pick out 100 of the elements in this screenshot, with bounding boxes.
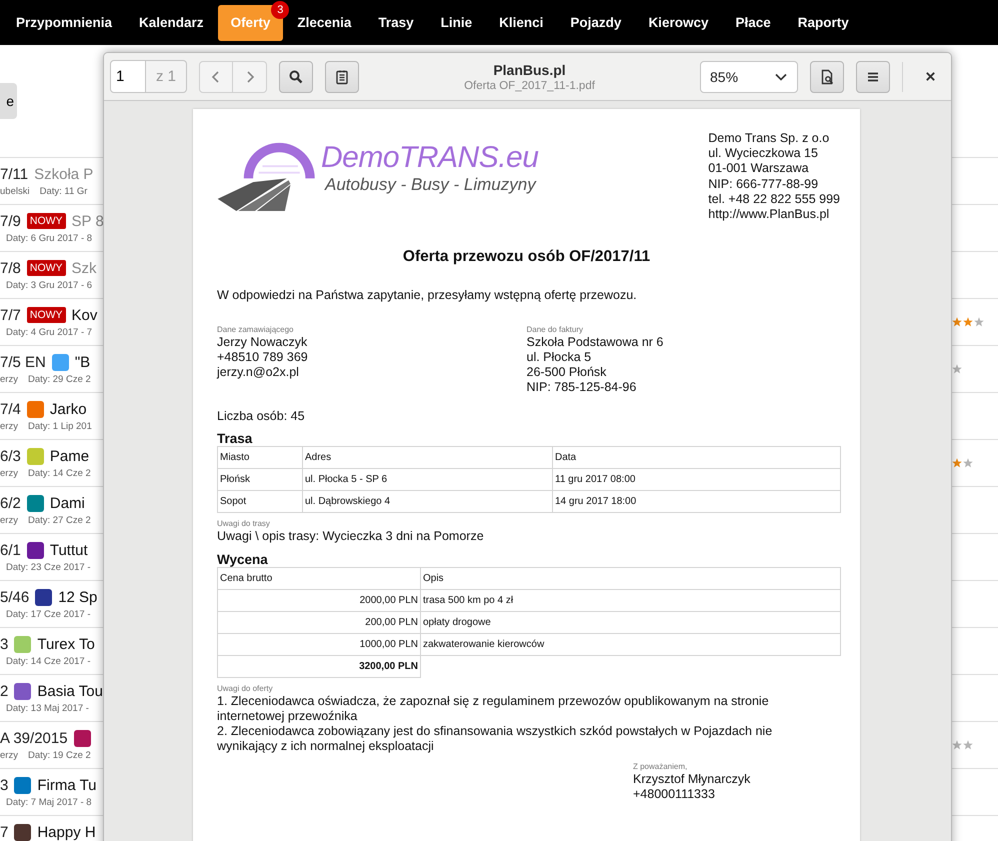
company-address-line: tel. +48 22 822 555 999 — [708, 192, 840, 208]
column-header: Cena brutto — [218, 568, 420, 590]
dates-text: Daty: 7 Maj 2017 - 8 — [5, 797, 92, 808]
client-name: Firma Tu — [37, 776, 97, 794]
table-cell: 2000,00 PLN — [218, 590, 420, 612]
nav-tab[interactable]: Kierowcy — [635, 4, 722, 40]
action-button[interactable]: e — [0, 83, 17, 119]
dates-text: Daty: 14 Cze 2017 - — [5, 656, 90, 667]
client-name: 12 Sp — [58, 588, 98, 606]
table-cell: Płońsk — [218, 468, 302, 491]
table-cell: 14 gru 2017 18:00 — [552, 490, 840, 513]
search-icon — [288, 68, 304, 84]
chevron-right-icon — [246, 70, 254, 82]
count-badge: 3 — [271, 0, 290, 18]
signature-line: +48000111333 — [633, 787, 716, 802]
nav-tab[interactable]: Trasy — [365, 4, 427, 40]
client-name: Basia Tou — [37, 682, 103, 700]
nav-tab[interactable]: Klienci — [486, 4, 556, 40]
nav-tab[interactable]: Pojazdy — [557, 4, 634, 40]
dates-text: Daty: 11 Gr — [40, 186, 88, 197]
client-name: Jarko — [50, 400, 87, 418]
offer-note-paragraph: 1. Zleceniodawca oświadcza, że zapoznał się z regulaminem przewozów opublikowanym na stronie internetowej przewoźnika — [217, 694, 770, 724]
passenger-count: Liczba osób: 45 — [217, 409, 306, 424]
offer-number: 7 — [0, 824, 8, 840]
company-address-line: http://www.PlanBus.pl — [708, 207, 830, 222]
table-cell: 11 gru 2017 08:00 — [552, 468, 840, 491]
zoom-dropdown[interactable]: 85% — [700, 60, 798, 92]
nav-tab[interactable]: Kalendarz — [126, 4, 217, 40]
offer-note-paragraph: 2. Zleceniodawca zobowiązany jest do sfinansowania wszystkich szkód powstałych w Pojazdach nie wynikający z ich normalnej eksploatacji — [217, 724, 774, 754]
close-icon — [924, 71, 936, 82]
table-cell: 1000,00 PLN — [218, 634, 420, 656]
dates-text: Daty: 6 Gru 2017 - 8 — [5, 233, 92, 244]
route-notes-text: Uwagi \ opis trasy: Wycieczka 3 dni na Pomorze — [217, 529, 485, 544]
column-header: Opis — [420, 568, 840, 590]
page-count: z 1 — [146, 60, 187, 93]
dates-text: Daty: 3 Gru 2017 - 6 — [5, 280, 92, 291]
client-name: Pame — [50, 448, 90, 464]
dates-text: Daty: 19 Cze 2 — [28, 750, 91, 761]
client-text: ubelski — [0, 186, 30, 197]
nav-tab[interactable]: Raporty — [784, 4, 862, 40]
customer-line: Jerzy Nowaczyk — [217, 335, 308, 350]
document-magnifier-icon — [819, 68, 835, 84]
new-badge: NOWY — [26, 213, 66, 229]
section-heading: Trasa — [217, 431, 254, 446]
dates-text: Daty: 14 Cze 2 — [28, 468, 91, 479]
invoice-line: NIP: 785-125-84-96 — [526, 380, 638, 396]
offer-number: 6/3 — [0, 448, 21, 464]
client-name: Dami — [50, 494, 85, 512]
signature-line: Krzysztof Młynarczyk — [633, 772, 752, 788]
offer-number: 7/4 — [0, 400, 21, 418]
section-heading: Wycena — [217, 552, 269, 568]
column-header: Data — [552, 446, 840, 469]
nav-tab[interactable]: Linie — [428, 4, 486, 40]
document-search-button[interactable] — [810, 60, 844, 92]
dates-text: Daty: 23 Cze 2017 - — [5, 562, 90, 573]
client-name: Szk — [72, 260, 97, 276]
window-title: PlanBus.pl — [493, 62, 566, 78]
client-name: Happy H — [37, 824, 96, 840]
table-cell: Sopot — [218, 490, 302, 513]
section-label: Dane do faktury — [526, 325, 584, 336]
section-label: Uwagi do oferty — [217, 684, 274, 694]
total-cell: 3200,00 PLN — [218, 656, 420, 678]
dates-text: Daty: 29 Cze 2 — [28, 374, 91, 385]
offer-number: 3 — [0, 776, 8, 794]
offer-number: 7/5 EN — [0, 354, 46, 370]
table-cell: opłaty drogowe — [420, 612, 840, 634]
table-cell: 200,00 PLN — [218, 612, 420, 634]
client-text: erzy — [0, 515, 18, 526]
section-label: Dane zamawiającego — [217, 325, 294, 336]
intro-paragraph: W odpowiedzi na Państwa zapytanie, przesyłamy wstępną ofertę przewozu. — [217, 288, 638, 302]
offer-number: 5/46 — [0, 588, 30, 606]
client-name: Kov — [72, 306, 98, 324]
client-name: Tuttut — [50, 542, 88, 558]
section-label: Uwagi do trasy — [217, 519, 271, 530]
notes-button[interactable] — [325, 60, 359, 92]
dates-text: Daty: 13 Maj 2017 - — [5, 703, 89, 714]
client-name: Szkoła P — [34, 166, 94, 182]
table-cell: ul. Dąbrowskiego 4 — [302, 490, 552, 513]
search-button[interactable] — [279, 60, 313, 92]
page-number-field[interactable]: 1 — [110, 60, 146, 93]
client-text: erzy — [0, 374, 18, 385]
offer-number: 6/2 — [0, 494, 21, 512]
offer-number: 3 — [0, 636, 8, 652]
nav-tab[interactable]: Przypomnienia — [3, 4, 126, 40]
logo-tagline: Autobusy - Busy - Limuzyny — [325, 175, 538, 195]
client-name: Turex To — [37, 636, 95, 652]
signature-label: Z poważaniem, — [633, 762, 688, 772]
nav-tab[interactable]: Płace — [722, 4, 784, 40]
table-cell: ul. Płocka 5 - SP 6 — [302, 468, 552, 491]
offer-number: 7/8 — [0, 260, 21, 276]
new-badge: NOWY — [26, 260, 66, 276]
new-badge: NOWY — [26, 307, 66, 323]
menu-button[interactable] — [856, 60, 890, 92]
client-name: SP 8 — [72, 212, 103, 230]
invoice-line: 26-500 Płońsk — [526, 365, 608, 380]
column-header: Adres — [302, 446, 552, 469]
column-header: Miasto — [218, 446, 302, 469]
invoice-line: Szkoła Podstawowa nr 6 — [526, 335, 664, 350]
company-address-line: 01-001 Warszawa — [708, 161, 810, 177]
client-text: erzy — [0, 468, 18, 479]
